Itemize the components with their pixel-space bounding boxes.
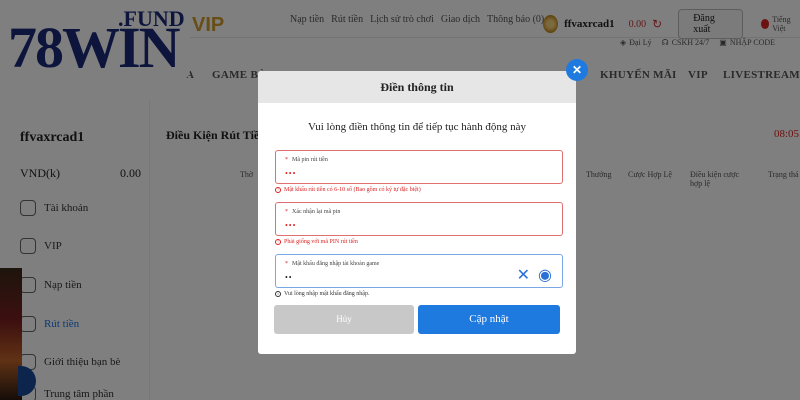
field-value: ••• [285,169,297,178]
field-label-text: Xác nhận lại mã pin [292,209,341,215]
info-modal: Điền thông tin Vui lòng điền thông tin đ… [258,71,576,354]
close-icon[interactable]: ✕ [566,59,588,81]
eye-icon[interactable]: ◉ [538,265,552,285]
field-label-text: Mật khẩu đăng nhập tài khoản game [292,261,380,267]
hint-text: Mật khẩu rút tiền có 6-10 số (Bao gồm có… [284,187,421,193]
field-actions: ✕ ◉ [517,265,552,285]
withdraw-pin-field[interactable]: * Mã pin rút tiền ••• [275,150,563,184]
field-label: * Xác nhận lại mã pin [285,209,341,215]
hint-text: Phải giống với mã PIN rút tiền [284,239,358,245]
field-label-text: Mã pin rút tiền [292,157,328,163]
modal-title: Điền thông tin [258,71,576,103]
field-value: ••• [285,221,297,230]
field-label: * Mật khẩu đăng nhập tài khoản game [285,261,380,267]
confirm-pin-field[interactable]: * Xác nhận lại mã pin ••• [275,202,563,236]
confirm-hint: ! Phải giống với mã PIN rút tiền [275,239,358,245]
update-button[interactable]: Cập nhật [418,305,560,334]
info-icon: ! [275,239,281,245]
info-icon: ! [275,187,281,193]
clear-icon[interactable]: ✕ [517,265,530,285]
pin-hint: ! Mật khẩu rút tiền có 6-10 số (Bao gồm c… [275,187,421,193]
field-value: •• [285,273,293,282]
login-password-field[interactable]: * Mật khẩu đăng nhập tài khoản game •• ✕ … [275,254,563,288]
field-label: * Mã pin rút tiền [285,157,328,163]
modal-subtitle: Vui lòng điền thông tin để tiếp tục hành… [307,121,527,133]
password-hint: i Vui lòng nhập mật khẩu đăng nhập. [275,291,369,297]
hint-text: Vui lòng nhập mật khẩu đăng nhập. [284,291,370,297]
cancel-button[interactable]: Hủy [274,305,414,334]
info-icon: i [275,291,281,297]
